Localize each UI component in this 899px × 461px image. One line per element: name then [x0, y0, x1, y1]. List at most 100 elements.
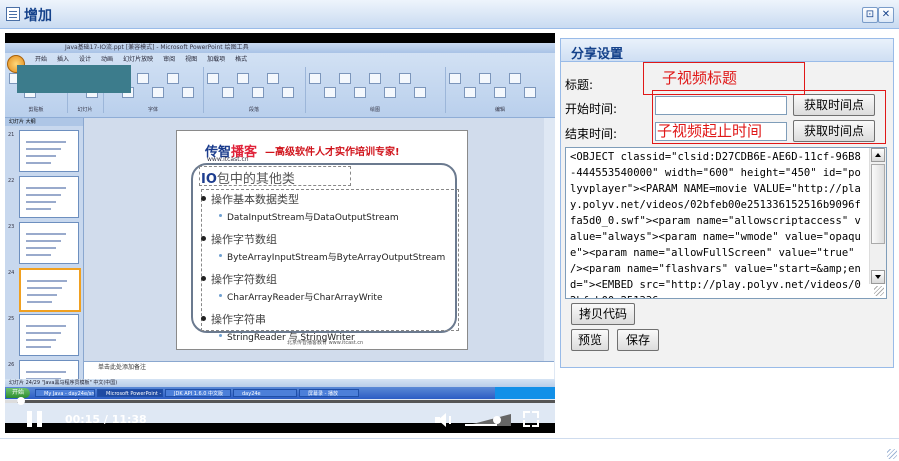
ribbon-tool-icon: [137, 73, 149, 84]
ribbon-tool-icon: [152, 87, 164, 98]
slide-sub-bullet: CharArrayReader与CharArrayWrite: [219, 290, 383, 303]
window-resize-grip-icon[interactable]: [887, 449, 897, 459]
ribbon-tool-icon: [267, 73, 279, 84]
ribbon-tool-icon: [509, 73, 521, 84]
end-time-label: 结束时间:: [565, 127, 618, 141]
ribbon-tool-icon: [207, 73, 219, 84]
slide-bullet: 操作字符串: [201, 313, 266, 326]
ppt-tab: 动画: [101, 56, 114, 63]
window-title: 增加: [24, 8, 52, 24]
volume-slider[interactable]: [465, 414, 511, 426]
slide-thumbnail: [19, 176, 79, 218]
ppt-tab: 格式: [235, 56, 248, 63]
ppt-ribbon-tabs: 开始 插入 设计 动画 幻灯片放映 审阅 视图 加载项 格式: [5, 54, 555, 64]
ribbon-tool-icon: [524, 87, 536, 98]
ribbon-tool-icon: [479, 73, 491, 84]
ppt-edit-area: 传智播客 www.itcast.cn —高级软件人才实作培训专家! IO包中的其…: [84, 118, 544, 378]
scroll-down-icon[interactable]: [871, 270, 885, 284]
ribbon-tool-icon: [324, 87, 336, 98]
ppt-tab: 开始: [35, 56, 48, 63]
pause-icon[interactable]: [27, 411, 43, 427]
ribbon-tool-icon: [399, 73, 411, 84]
ppt-tab: 审阅: [163, 56, 176, 63]
ppt-tab: 视图: [185, 56, 198, 63]
ppt-tab: 幻灯片放映: [123, 56, 154, 63]
ribbon-tool-icon: [252, 87, 264, 98]
ppt-tab: 设计: [79, 56, 92, 63]
volume-icon[interactable]: [435, 412, 455, 428]
close-icon[interactable]: ✕: [878, 7, 894, 23]
embed-code-text: <OBJECT classid="clsid:D27CDB6E-AE6D-11c…: [570, 151, 861, 298]
ppt-ribbon-group-label: 字体: [147, 107, 158, 113]
ppt-ribbon-group: 编辑: [445, 67, 555, 113]
ppt-thumb-tabs: 幻灯片 大纲: [5, 118, 83, 126]
copy-code-button[interactable]: 拷贝代码: [571, 303, 635, 325]
slide-logo-url: www.itcast.cn: [207, 156, 249, 163]
ppt-tab: 加载项: [207, 56, 226, 63]
ribbon-tool-icon: [369, 73, 381, 84]
ribbon-tool-icon: [309, 73, 321, 84]
slide-bullet: 操作字节数组: [201, 233, 277, 246]
window-title-bar: 增加 ⊡ ✕: [0, 0, 899, 29]
thumb-number: 25: [8, 316, 15, 322]
redacted-region: [17, 65, 131, 93]
ribbon-tool-icon: [339, 73, 351, 84]
restore-icon[interactable]: ⊡: [862, 7, 878, 23]
ppt-ribbon-group-label: 剪贴板: [28, 107, 44, 113]
thumb-number: 26: [8, 362, 15, 368]
slide-thumbnail: [19, 222, 79, 264]
scroll-up-icon[interactable]: [871, 148, 885, 162]
seek-bar[interactable]: [5, 396, 555, 406]
slide-footer: 北京传智播客教育 www.itcast.cn: [287, 340, 364, 346]
slide-title: IO包中的其他类: [201, 172, 295, 187]
ppt-notes: 单击此处添加备注: [84, 361, 554, 379]
ppt-status-bar: 幻灯片 24/29 "Java黑马程序员模板" 中文(中国): [5, 379, 555, 387]
thumb-number: 22: [8, 178, 15, 184]
share-settings-title: 分享设置: [571, 47, 624, 62]
thumb-number: 24: [8, 270, 15, 276]
ppt-ribbon-group-label: 绘图: [369, 107, 380, 113]
start-time-label: 开始时间:: [565, 102, 618, 116]
ribbon-tool-icon: [282, 87, 294, 98]
slide-thumbnail: [19, 130, 79, 172]
ribbon-tool-icon: [167, 73, 179, 84]
ribbon-tool-icon: [494, 87, 506, 98]
slide-bullet: 操作字符数组: [201, 273, 277, 286]
slide-sub-bullet: ByteArrayInputStream与ByteArrayOutputStre…: [218, 250, 445, 263]
ppt-ribbon-group: 段落: [203, 67, 306, 113]
ribbon-tool-icon: [182, 87, 194, 98]
code-scrollbar[interactable]: [869, 148, 886, 284]
video-frame: Java基础17-IO流.ppt [兼容模式] - Microsoft Powe…: [5, 43, 555, 423]
slide-bullet: 操作基本数据类型: [201, 193, 299, 206]
annotation-time-note: 子视频起止时间: [657, 122, 763, 140]
resize-grip-icon[interactable]: [874, 286, 884, 296]
ribbon-tool-icon: [414, 87, 426, 98]
slide-sub-bullet: DataInputStream与DataOutputStream: [219, 210, 399, 223]
ppt-ribbon-group-label: 段落: [248, 107, 259, 113]
embed-code-textarea[interactable]: <OBJECT classid="clsid:D27CDB6E-AE6D-11c…: [565, 147, 887, 299]
ribbon-tool-icon: [384, 87, 396, 98]
video-player[interactable]: Java基础17-IO流.ppt [兼容模式] - Microsoft Powe…: [5, 33, 555, 433]
seek-handle[interactable]: [16, 397, 25, 405]
ribbon-tool-icon: [464, 87, 476, 98]
player-controls: 00:15 / 11:38: [5, 406, 555, 433]
ppt-slide: 传智播客 www.itcast.cn —高级软件人才实作培训专家! IO包中的其…: [176, 130, 468, 350]
thumb-number: 21: [8, 132, 15, 138]
slide-thumbnail: [19, 268, 81, 312]
scroll-thumb[interactable]: [871, 164, 885, 244]
fullscreen-icon[interactable]: [523, 411, 539, 427]
ppt-ribbon-group: 绘图: [305, 67, 446, 113]
ribbon-tool-icon: [222, 87, 234, 98]
ppt-window-title: Java基础17-IO流.ppt [兼容模式] - Microsoft Powe…: [5, 43, 555, 53]
ppt-thumbnail-pane: 幻灯片 大纲 21 22 23 24 25 26: [5, 118, 84, 402]
ribbon-tool-icon: [237, 73, 249, 84]
ppt-ribbon-group-label: 编辑: [494, 107, 505, 113]
form-icon: [6, 7, 20, 21]
ppt-ribbon-group-label: 幻灯片: [77, 107, 93, 113]
preview-button[interactable]: 预览: [571, 329, 609, 351]
title-label: 标题:: [565, 78, 594, 92]
slide-slogan: —高级软件人才实作培训专家!: [265, 147, 400, 158]
ppt-tab: 插入: [57, 56, 70, 63]
time-display: 00:15 / 11:38: [65, 413, 147, 426]
save-button[interactable]: 保存: [617, 329, 659, 351]
